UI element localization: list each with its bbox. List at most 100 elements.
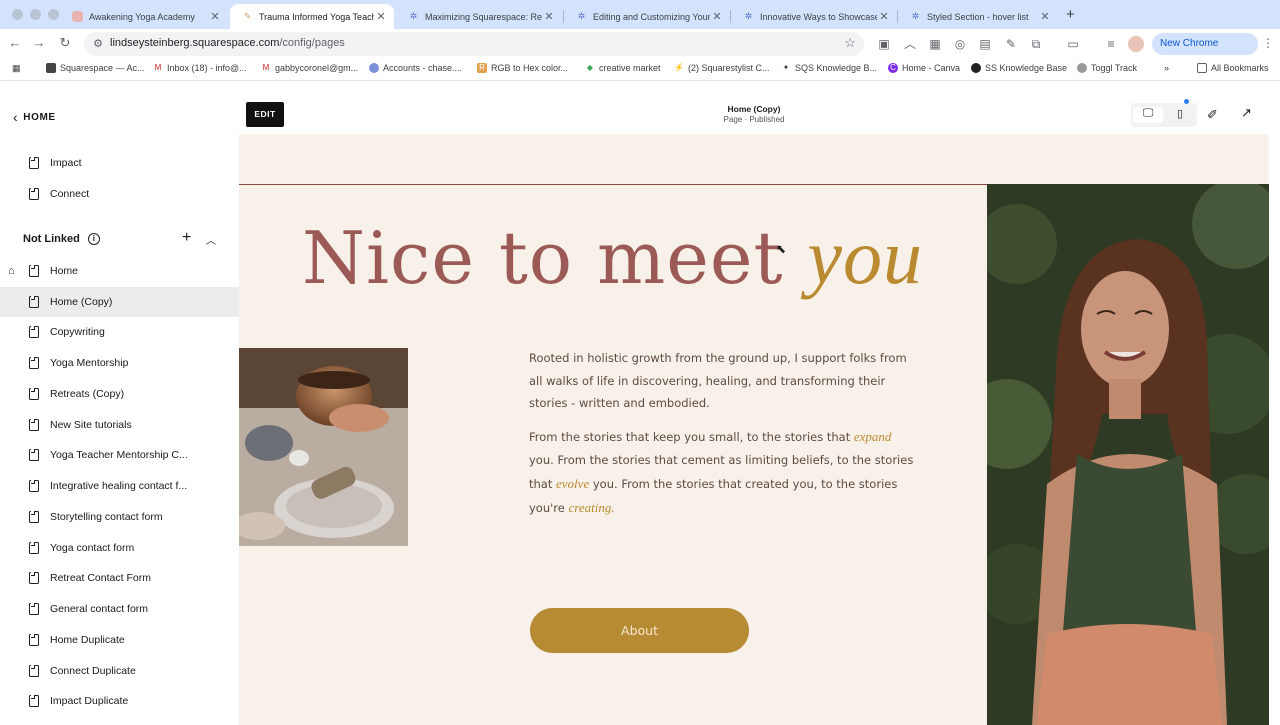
gear-favicon-icon: ✲ xyxy=(744,11,753,21)
mobile-view-icon[interactable]: ▯ xyxy=(1165,107,1195,123)
chevron-up-icon[interactable]: ︿ xyxy=(206,232,216,247)
toggl-icon xyxy=(1077,63,1087,73)
bookmark-item[interactable]: ✦ SQS Knowledge B... xyxy=(781,63,877,73)
page-icon xyxy=(29,695,39,707)
bookmark-item[interactable]: Squarespace — Ac... xyxy=(46,63,145,73)
open-external-arrow-icon[interactable]: ↗ xyxy=(1241,105,1252,121)
new-tab-button[interactable]: + xyxy=(1066,6,1075,23)
evolve-word: evolve xyxy=(556,476,590,491)
bookmark-item[interactable]: Mgabbycoronel@gm... xyxy=(261,63,359,73)
close-tab-icon[interactable]: ✕ xyxy=(1038,10,1052,23)
bookmark-item[interactable]: C Home - Canva xyxy=(888,63,960,73)
lightning-icon: ⚡ xyxy=(674,63,684,72)
page-item-new-site-tutorials[interactable]: New Site tutorials xyxy=(0,410,239,440)
tab-strip: Awakening Yoga Academy ✕ ✎ Trauma Inform… xyxy=(0,0,1280,29)
forward-arrow-icon[interactable]: → xyxy=(30,35,48,50)
more-bookmarks-icon[interactable]: » xyxy=(1164,63,1169,73)
browser-tab[interactable]: ✲ Innovative Ways to Showcase ✕ xyxy=(731,4,897,29)
bookmark-item[interactable]: R RGB to Hex color... xyxy=(477,63,568,73)
about-button[interactable]: About xyxy=(530,608,749,653)
edit-button[interactable]: EDIT xyxy=(246,102,284,127)
bookmark-item[interactable]: ⚡ (2) Squarestylist C... xyxy=(674,63,770,73)
page-item-general-contact[interactable]: General contact form xyxy=(0,594,239,624)
apps-grid-icon[interactable]: ▦ xyxy=(12,63,21,74)
page-item-impact[interactable]: Impact xyxy=(0,148,239,178)
page-item-retreat-contact[interactable]: Retreat Contact Form xyxy=(0,563,239,593)
divider-line xyxy=(239,184,987,185)
reading-list-icon[interactable]: ≡ xyxy=(1103,36,1119,52)
page-item-copywriting[interactable]: Copywriting xyxy=(0,317,239,347)
add-page-button[interactable]: + xyxy=(182,229,191,247)
bookmark-item[interactable]: M Inbox (18) - info@... xyxy=(153,63,247,73)
all-bookmarks[interactable]: All Bookmarks xyxy=(1197,63,1269,73)
url-text: lindseysteinberg.squarespace.com/config/… xyxy=(110,37,345,49)
page-icon xyxy=(29,603,39,615)
desktop-view-icon[interactable]: 🖵 xyxy=(1133,107,1163,123)
kebab-menu-icon[interactable]: ⋮ xyxy=(1262,36,1274,50)
camera-icon[interactable]: ◎ xyxy=(952,36,968,52)
page-item-retreats-copy[interactable]: Retreats (Copy) xyxy=(0,379,239,409)
extension-icon[interactable]: ︿ xyxy=(902,36,918,52)
page-icon xyxy=(29,449,39,461)
page-item-connect[interactable]: Connect xyxy=(0,179,239,209)
side-panel-icon[interactable]: ▭ xyxy=(1065,36,1081,52)
bookmark-item[interactable]: SS Knowledge Base xyxy=(971,63,1067,73)
page-item-yoga-contact[interactable]: Yoga contact form xyxy=(0,533,239,563)
minimize-window-button[interactable] xyxy=(30,9,41,20)
page-icon xyxy=(29,157,39,169)
page-item-home[interactable]: ⌂ Home xyxy=(0,256,239,286)
extension-icon[interactable]: ▣ xyxy=(876,36,892,52)
maximize-window-button[interactable] xyxy=(48,9,59,20)
bookmark-star-icon[interactable]: ☆ xyxy=(844,35,856,51)
gmail-icon: M xyxy=(262,63,270,72)
rgb-icon: R xyxy=(477,63,487,73)
page-icon xyxy=(29,419,39,431)
extension-grid-icon[interactable]: ▦ xyxy=(927,36,943,52)
headline-accent: you xyxy=(807,213,923,300)
page-icon xyxy=(29,188,39,200)
intro-paragraph: Rooted in holistic growth from the groun… xyxy=(529,351,907,410)
browser-tab[interactable]: Awakening Yoga Academy ✕ xyxy=(60,4,228,29)
page-item-yoga-teacher-mentorship[interactable]: Yoga Teacher Mentorship C... xyxy=(0,440,239,470)
page-item-impact-duplicate[interactable]: Impact Duplicate xyxy=(0,686,239,716)
new-chrome-available-button[interactable]: New Chrome available xyxy=(1152,33,1258,71)
browser-tab[interactable]: ✲ Editing and Customizing Your ✕ xyxy=(564,4,730,29)
bookmark-item[interactable]: ◆ creative market xyxy=(585,63,661,73)
info-icon[interactable]: i xyxy=(87,233,100,245)
page-item-home-duplicate[interactable]: Home Duplicate xyxy=(0,625,239,655)
creative-market-icon: ◆ xyxy=(586,63,594,72)
address-bar[interactable]: ⚙ lindseysteinberg.squarespace.com/confi… xyxy=(84,32,864,56)
extension-icon[interactable]: ▤ xyxy=(977,36,993,52)
site-settings-icon[interactable]: ⚙ xyxy=(90,36,106,52)
close-tab-icon[interactable]: ✕ xyxy=(374,10,388,23)
page-status: Page · Published xyxy=(723,115,785,124)
close-window-button[interactable] xyxy=(12,9,23,20)
close-tab-icon[interactable]: ✕ xyxy=(542,10,556,23)
close-tab-icon[interactable]: ✕ xyxy=(877,10,891,23)
close-tab-icon[interactable]: ✕ xyxy=(208,10,222,23)
close-tab-icon[interactable]: ✕ xyxy=(710,10,724,23)
site-styles-brush-icon[interactable]: ✐ xyxy=(1207,107,1218,123)
page-item-storytelling-contact[interactable]: Storytelling contact form xyxy=(0,502,239,532)
page-item-integrative-healing[interactable]: Integrative healing contact f... xyxy=(0,471,239,501)
reload-icon[interactable]: ↻ xyxy=(56,35,74,51)
page-item-connect-duplicate[interactable]: Connect Duplicate xyxy=(0,656,239,686)
profile-avatar[interactable] xyxy=(1128,36,1144,52)
browser-tab[interactable]: ✲ Styled Section - hover list ✕ xyxy=(898,4,1058,29)
chase-icon xyxy=(369,63,379,73)
squarespace-favicon-icon: ✎ xyxy=(243,11,252,21)
pages-sidebar: ‹ HOME Impact Connect Not Linked i + ︿ ⌂… xyxy=(0,82,239,725)
back-to-home-button[interactable]: ‹ HOME xyxy=(13,109,56,125)
browser-tab[interactable]: ✲ Maximizing Squarespace: Re ✕ xyxy=(396,4,562,29)
canva-icon: C xyxy=(888,63,898,73)
browser-tab-active[interactable]: ✎ Trauma Informed Yoga Teach ✕ xyxy=(230,4,394,29)
eyedropper-icon[interactable]: ✎ xyxy=(1003,36,1019,52)
page-item-home-copy[interactable]: Home (Copy) xyxy=(0,287,239,317)
puzzle-icon[interactable]: ⧉ xyxy=(1028,36,1044,52)
singing-bowl-photo xyxy=(239,348,408,546)
back-arrow-icon[interactable]: ← xyxy=(6,35,24,50)
page-title: Home (Copy) xyxy=(727,104,781,114)
page-item-yoga-mentorship[interactable]: Yoga Mentorship xyxy=(0,348,239,378)
bookmark-item[interactable]: Accounts - chase.... xyxy=(369,63,462,73)
bookmark-item[interactable]: Toggl Track xyxy=(1077,63,1137,73)
